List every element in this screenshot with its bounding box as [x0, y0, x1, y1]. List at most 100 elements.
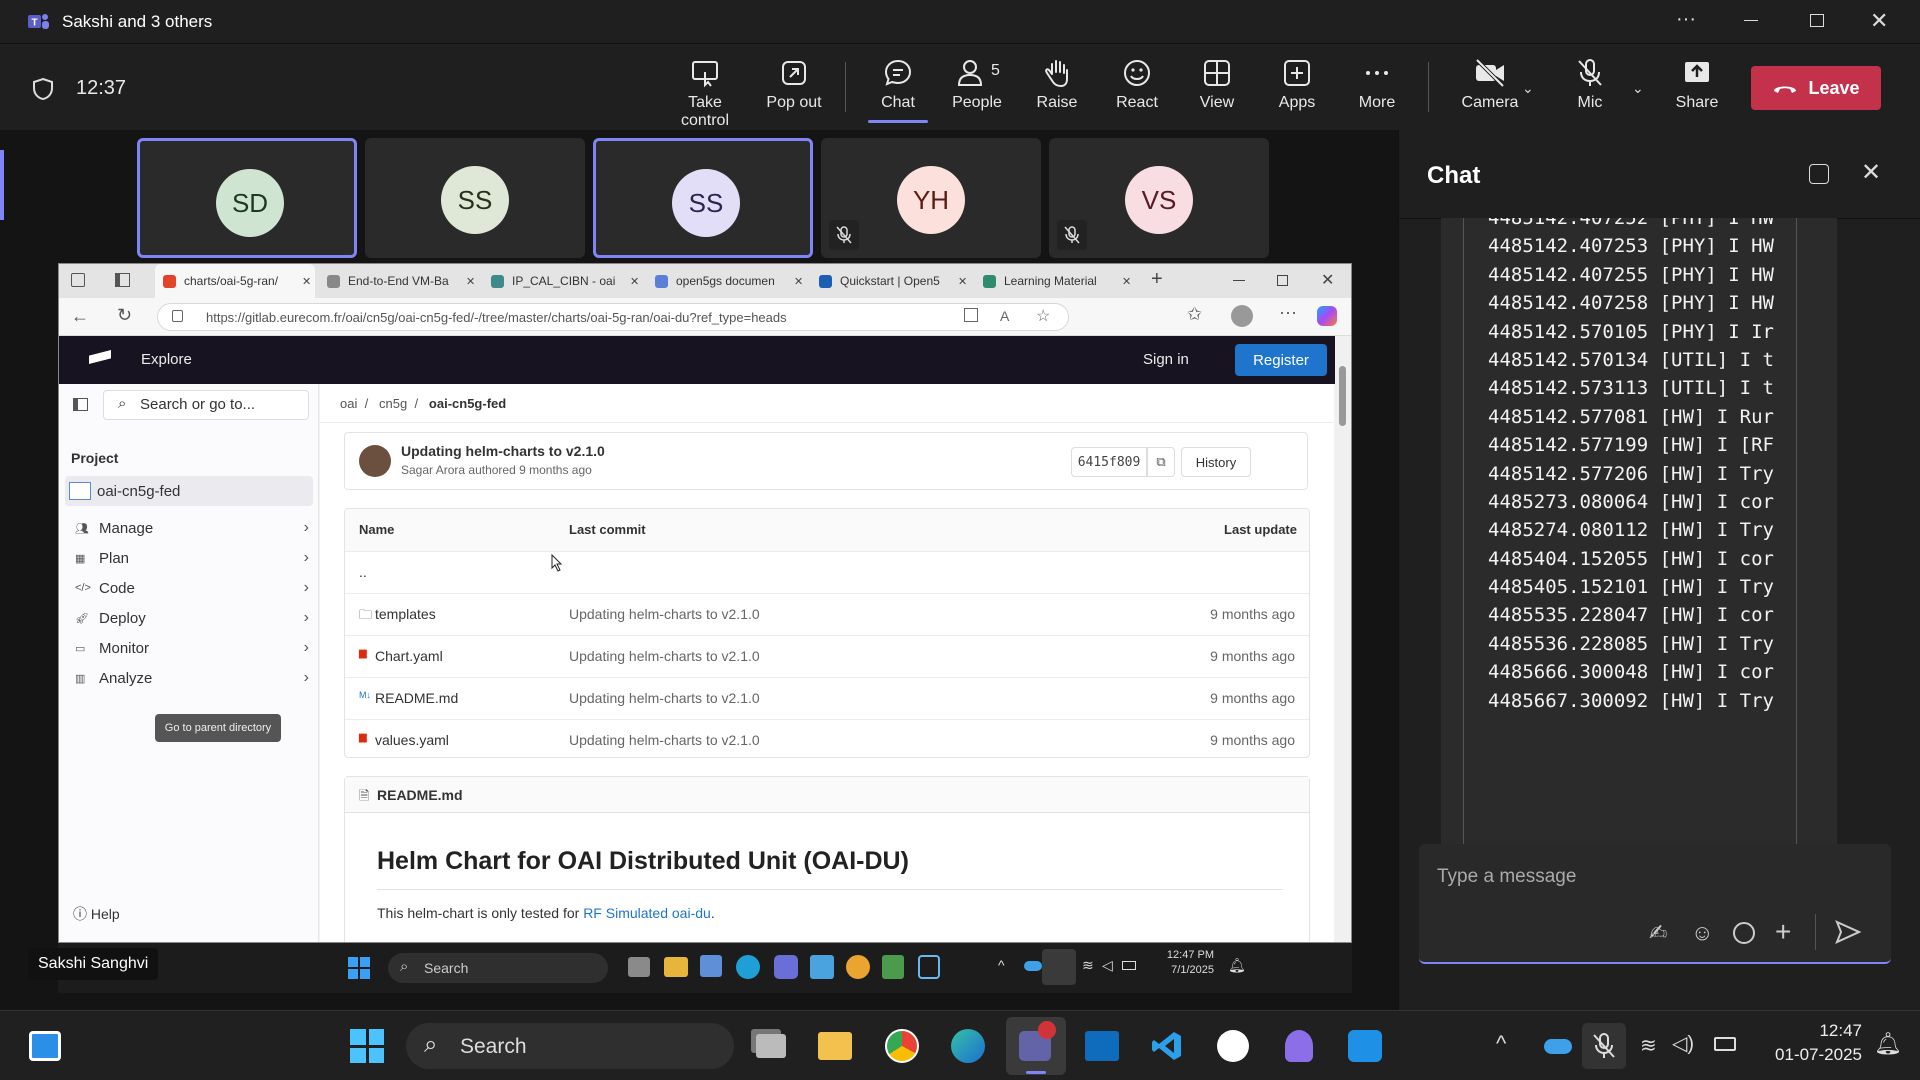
chrome-icon[interactable]: [881, 1025, 923, 1067]
more-button[interactable]: More: [1341, 58, 1413, 118]
camera-options-chevron-icon[interactable]: ⌄: [1522, 80, 1534, 97]
file-name-link[interactable]: values.yaml: [375, 732, 449, 748]
remote-chrome-icon[interactable]: [846, 955, 870, 979]
maximize-icon[interactable]: [1810, 14, 1824, 27]
sidebar-item-analyze[interactable]: ▥ Analyze ›: [69, 662, 321, 694]
file-name-link[interactable]: README.md: [375, 690, 458, 706]
breadcrumb-cn5g[interactable]: cn5g: [379, 396, 407, 411]
vscode-icon[interactable]: [1146, 1025, 1188, 1067]
favorite-star-icon[interactable]: ☆: [1036, 306, 1050, 326]
back-arrow-icon[interactable]: ←: [71, 306, 89, 327]
copy-sha-icon[interactable]: ⧉: [1147, 447, 1175, 477]
file-name-link[interactable]: templates: [375, 606, 436, 622]
share-button[interactable]: Share: [1661, 58, 1733, 118]
rf-simulated-link[interactable]: RF Simulated oai-du: [583, 905, 711, 921]
page-scrollbar[interactable]: [1335, 336, 1351, 942]
collapse-sidebar-icon[interactable]: [73, 398, 88, 411]
send-icon[interactable]: [1835, 920, 1862, 949]
remote-tray-chevron-icon[interactable]: ^: [998, 957, 1005, 973]
participant-tile[interactable]: YH: [821, 138, 1041, 258]
read-aloud-icon[interactable]: A: [1000, 308, 1009, 324]
browser-tab[interactable]: charts/oai-5g-ran/ ✕: [155, 264, 315, 298]
sidebar-item-plan[interactable]: ▦ Plan ›: [69, 542, 321, 574]
gitlab-logo-icon[interactable]: [89, 350, 111, 364]
github-icon[interactable]: [1212, 1025, 1254, 1067]
loop-components-icon[interactable]: [1733, 922, 1755, 944]
more-options-icon[interactable]: ···: [1676, 8, 1696, 31]
remote-file-explorer-icon[interactable]: [664, 957, 688, 977]
file-explorer-icon[interactable]: [814, 1025, 856, 1067]
sidebar-item-code[interactable]: </> Code ›: [69, 572, 321, 604]
emoji-icon[interactable]: ☺: [1691, 920, 1713, 946]
chat-close-icon[interactable]: ✕: [1861, 158, 1881, 187]
browser-tab[interactable]: Quickstart | Open5 ✕: [811, 264, 971, 298]
volume-icon[interactable]: ◁): [1672, 1031, 1694, 1056]
browser-restore-icon[interactable]: [1277, 275, 1288, 286]
browser-tab[interactable]: open5gs documen ✕: [647, 264, 807, 298]
chat-log-code-block[interactable]: 4485142.407252 [PHY] I HW 4485142.407253 …: [1463, 218, 1797, 858]
parent-directory-row[interactable]: ..: [345, 551, 1309, 593]
sidebar-item-monitor[interactable]: ▭ Monitor ›: [69, 632, 321, 664]
teams-taskbar-button[interactable]: [1006, 1017, 1066, 1075]
profile-avatar-icon[interactable]: [1231, 305, 1253, 327]
table-row[interactable]: 🗀︎ templates Updating helm-charts to v2.1.…: [345, 593, 1309, 635]
browser-tab[interactable]: End-to-End VM-Ba ✕: [319, 264, 479, 298]
view-button[interactable]: View: [1181, 58, 1253, 118]
vertical-tabs-icon[interactable]: [115, 273, 130, 287]
remote-app-icon[interactable]: [882, 955, 904, 979]
app-available-icon[interactable]: [964, 308, 978, 322]
tray-chevron-icon[interactable]: ^: [1496, 1031, 1506, 1057]
file-last-commit-link[interactable]: Updating helm-charts to v2.1.0: [569, 606, 760, 622]
take-control-button[interactable]: Take control: [663, 58, 747, 129]
chat-compose-box[interactable]: Type a message ✍︎ ☺ +: [1419, 844, 1891, 964]
browser-tab[interactable]: Learning Material ✕: [975, 264, 1135, 298]
minimize-icon[interactable]: [1744, 20, 1758, 21]
edge-icon[interactable]: [947, 1025, 989, 1067]
history-button[interactable]: History: [1181, 447, 1251, 477]
chat-pop-out-icon[interactable]: [1809, 164, 1829, 184]
commit-author[interactable]: Sagar Arora: [401, 463, 465, 477]
tab-close-icon[interactable]: ✕: [302, 275, 311, 288]
browser-menu-icon[interactable]: ···: [1279, 302, 1297, 323]
snipping-tool-icon[interactable]: [1344, 1025, 1386, 1067]
pop-out-button[interactable]: Pop out: [758, 58, 830, 118]
tab-close-icon[interactable]: ✕: [794, 275, 803, 288]
remote-start-icon[interactable]: [348, 957, 370, 979]
table-row[interactable]: M↓ README.md Updating helm-charts to v2.1.…: [345, 677, 1309, 719]
close-window-icon[interactable]: ✕: [1870, 8, 1888, 34]
remote-onedrive-icon[interactable]: [1024, 961, 1042, 971]
onedrive-icon[interactable]: [1544, 1039, 1572, 1054]
search-or-go-to-input[interactable]: Search or go to... ⌕: [103, 390, 309, 420]
remote-mic-muted-icon[interactable]: [1042, 949, 1076, 985]
tab-close-icon[interactable]: ✕: [1122, 275, 1131, 288]
scrollbar-thumb[interactable]: [1339, 366, 1346, 426]
file-last-commit-link[interactable]: Updating helm-charts to v2.1.0: [569, 648, 760, 664]
parent-directory-link[interactable]: ..: [359, 564, 367, 580]
participant-tile[interactable]: SD: [137, 138, 357, 258]
remote-network-icon[interactable]: ≋: [1082, 957, 1094, 974]
reload-icon[interactable]: ↻: [117, 305, 132, 326]
copilot-icon[interactable]: [1317, 306, 1337, 326]
commit-title[interactable]: Updating helm-charts to v2.1.0: [401, 443, 605, 459]
commit-sha[interactable]: 6415f809: [1071, 447, 1147, 477]
mic-muted-tray-icon[interactable]: [1582, 1023, 1626, 1069]
remote-task-view-icon[interactable]: [628, 957, 650, 977]
notification-bell-icon[interactable]: 🔔︎: [1874, 1031, 1902, 1057]
attach-plus-icon[interactable]: +: [1775, 916, 1791, 948]
taskbar-clock[interactable]: 12:47 01-07-2025: [1752, 1021, 1862, 1065]
register-button[interactable]: Register: [1235, 344, 1327, 376]
sidebar-item-manage[interactable]: 👥︎ Manage ›: [69, 512, 321, 544]
address-bar[interactable]: https://gitlab.eurecom.fr/oai/cn5g/oai-c…: [157, 303, 1069, 331]
wifi-icon[interactable]: ≋: [1640, 1033, 1657, 1058]
remote-edge-icon[interactable]: [736, 955, 760, 979]
app-purple-icon[interactable]: [1278, 1025, 1320, 1067]
sign-in-link[interactable]: Sign in: [1143, 351, 1189, 368]
file-last-commit-link[interactable]: Updating helm-charts to v2.1.0: [569, 732, 760, 748]
leave-button[interactable]: Leave: [1751, 66, 1881, 110]
react-button[interactable]: React: [1101, 58, 1173, 118]
remote-notification-icon[interactable]: 🔔︎: [1228, 957, 1246, 974]
remote-store-icon[interactable]: [700, 955, 722, 977]
remote-security-icon[interactable]: [918, 955, 940, 979]
tab-close-icon[interactable]: ✕: [630, 275, 639, 288]
chat-button[interactable]: Chat: [862, 58, 934, 123]
